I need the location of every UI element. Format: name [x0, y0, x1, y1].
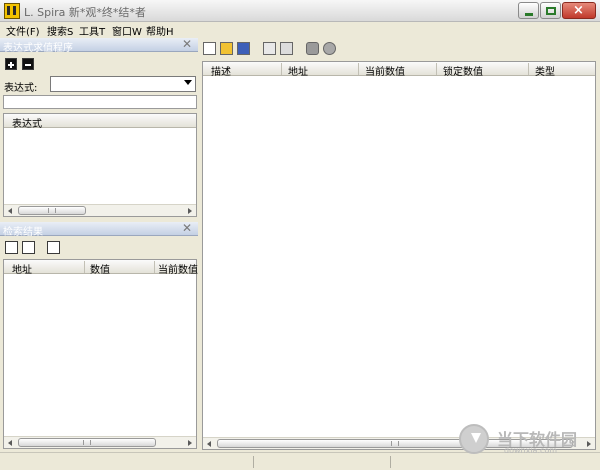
scroll-left-icon[interactable] [8, 440, 12, 446]
lock-icon[interactable] [306, 42, 319, 55]
title-bar: L. Spira 新*观*终*结*者 × [0, 0, 600, 22]
refresh-icon[interactable] [47, 241, 60, 254]
edit-icon[interactable] [280, 42, 293, 55]
scroll-grip-icon [391, 441, 399, 446]
menu-file[interactable]: 文件(F) [6, 23, 40, 38]
menu-bar: 文件(F) 搜索S 工具T 窗口W 帮助H [0, 22, 600, 38]
column-type[interactable]: 类型 [535, 63, 555, 78]
menu-help[interactable]: 帮助H [146, 23, 174, 38]
column-divider[interactable] [84, 261, 85, 273]
scroll-left-icon[interactable] [8, 208, 12, 214]
search-next-icon[interactable] [22, 241, 35, 254]
search-results-list[interactable]: 地址 数值 当前数值 [3, 259, 198, 449]
minimize-icon [525, 13, 533, 16]
status-divider [253, 456, 254, 468]
watermark-logo [459, 424, 489, 454]
column-address[interactable]: 地址 [288, 63, 308, 78]
minimize-button[interactable] [518, 2, 539, 19]
column-value[interactable]: 数值 [90, 261, 110, 276]
search-icon[interactable] [5, 241, 18, 254]
app-icon[interactable] [4, 3, 20, 19]
maximize-button[interactable] [540, 2, 561, 19]
cheat-table[interactable]: 描述 地址 当前数值 锁定数值 类型 [202, 61, 596, 450]
close-icon: × [573, 3, 584, 18]
column-divider[interactable] [154, 261, 155, 273]
expression-input[interactable] [50, 76, 196, 92]
expression-label: 表达式: [4, 83, 38, 94]
column-divider[interactable] [358, 63, 359, 75]
window-title: L. Spira 新*观*终*结*者 [24, 6, 146, 19]
chevron-down-icon[interactable] [184, 80, 192, 85]
column-current-value[interactable]: 当前数值 [158, 261, 198, 276]
unlock-icon[interactable] [323, 42, 336, 55]
expression-list-scrollbar[interactable] [4, 204, 196, 216]
cheat-table-header: 描述 地址 当前数值 锁定数值 类型 [203, 62, 595, 78]
column-current-value[interactable]: 当前数值 [365, 63, 405, 78]
expression-panel-header: 表达式求值程序 ✕ [0, 37, 198, 54]
expression-result-field[interactable] [3, 95, 197, 109]
add-expression-button[interactable] [5, 58, 17, 70]
save-icon[interactable] [237, 42, 250, 55]
expression-list[interactable]: 表达式 [3, 113, 197, 217]
column-description[interactable]: 描述 [211, 63, 231, 78]
scroll-right-icon[interactable] [587, 441, 591, 447]
search-panel-title: 检索结果 [3, 227, 43, 238]
column-divider[interactable] [281, 63, 282, 75]
column-address[interactable]: 地址 [12, 261, 32, 276]
search-results-header: 地址 数值 当前数值 [4, 260, 198, 276]
column-expression[interactable]: 表达式 [12, 115, 42, 130]
remove-expression-button[interactable] [22, 58, 34, 70]
scroll-grip-icon [83, 440, 91, 445]
expression-panel-title: 表达式求值程序 [3, 43, 73, 54]
menu-search[interactable]: 搜索S [47, 23, 73, 38]
maximize-icon [546, 7, 556, 15]
scroll-right-icon[interactable] [188, 440, 192, 446]
watermark-url: downxia.com [504, 446, 558, 455]
search-panel-close-icon[interactable]: ✕ [182, 221, 192, 235]
scroll-thumb[interactable] [18, 438, 156, 447]
scroll-right-icon[interactable] [188, 208, 192, 214]
open-folder-icon[interactable] [220, 42, 233, 55]
search-panel-header: 检索结果 ✕ [0, 221, 198, 238]
expression-panel-close-icon[interactable]: ✕ [182, 37, 192, 51]
menu-window[interactable]: 窗口W [112, 23, 142, 38]
new-file-icon[interactable] [203, 42, 216, 55]
status-divider [390, 456, 391, 468]
close-button[interactable]: × [562, 2, 596, 19]
delete-icon[interactable] [263, 42, 276, 55]
scroll-grip-icon [48, 208, 56, 213]
download-arrow-icon [471, 433, 481, 443]
column-divider[interactable] [528, 63, 529, 75]
menu-tools[interactable]: 工具T [79, 23, 105, 38]
scroll-thumb[interactable] [18, 206, 86, 215]
search-results-scrollbar[interactable] [4, 436, 196, 448]
scroll-left-icon[interactable] [207, 441, 211, 447]
column-locked-value[interactable]: 锁定数值 [443, 63, 483, 78]
column-divider[interactable] [436, 63, 437, 75]
expression-list-header: 表达式 [4, 114, 196, 130]
